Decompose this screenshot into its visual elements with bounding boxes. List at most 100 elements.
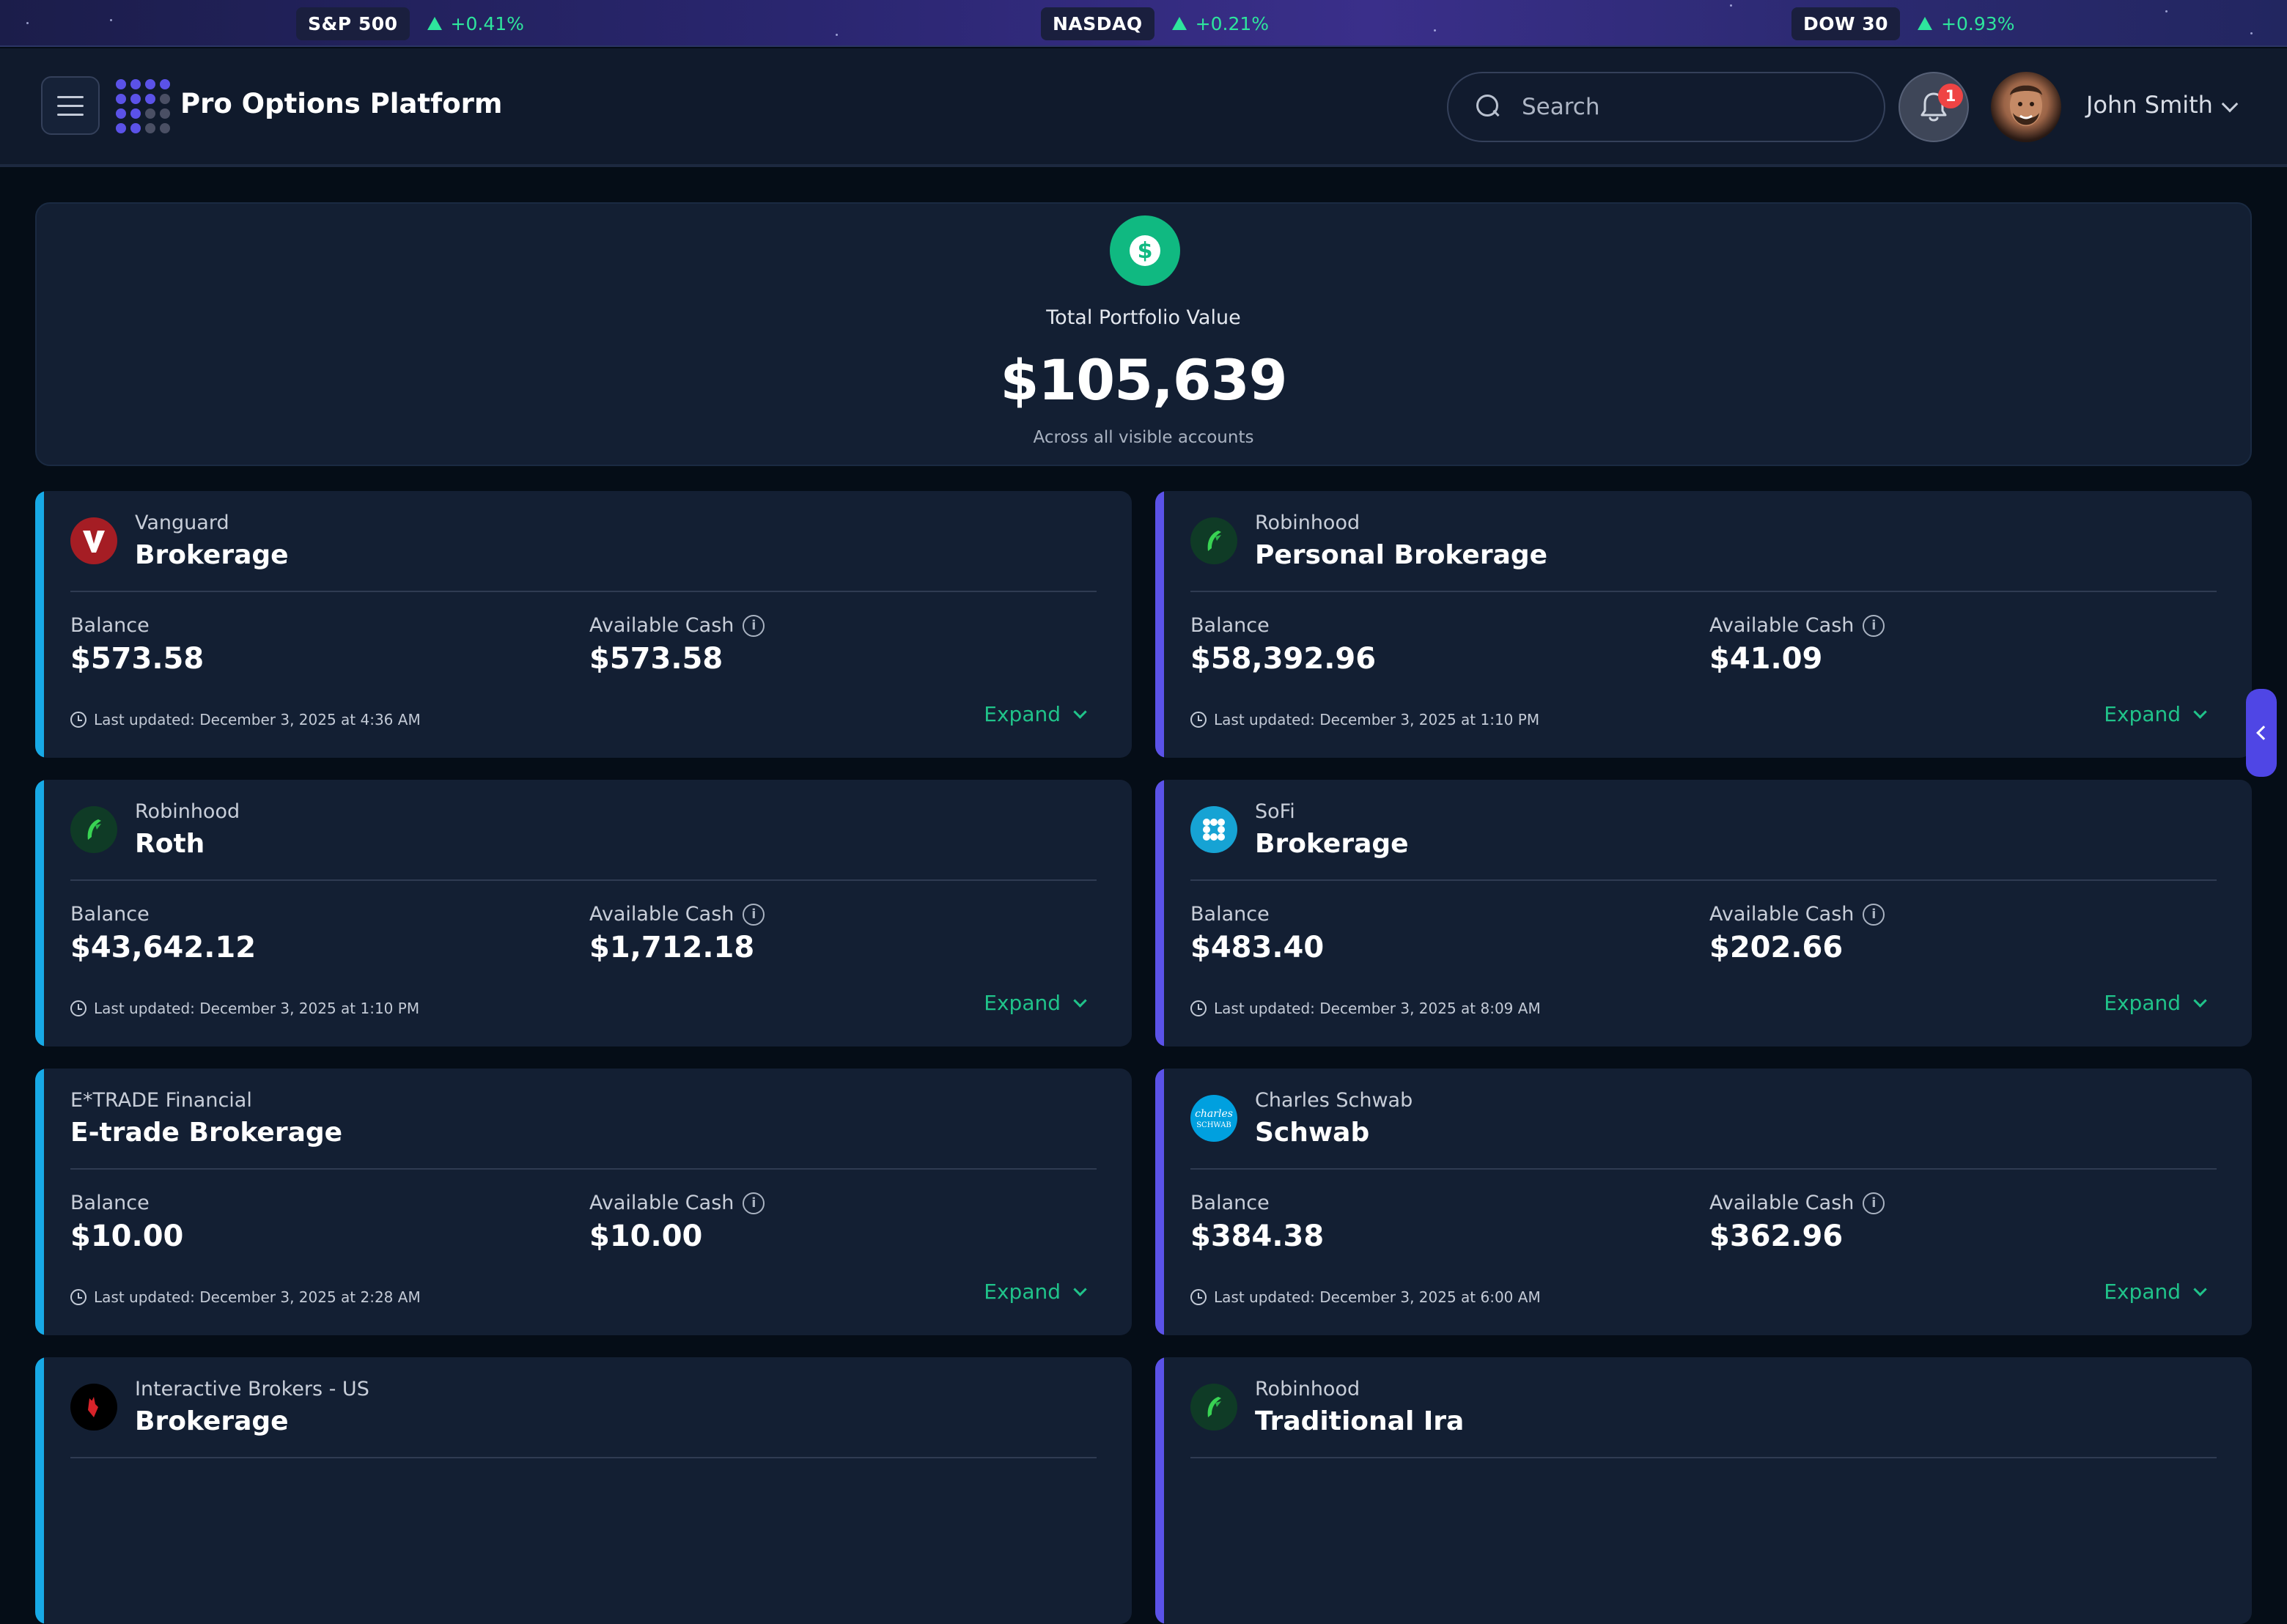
up-triangle-icon	[427, 17, 442, 30]
account-card[interactable]: Interactive Brokers - US Brokerage	[35, 1357, 1132, 1624]
expand-button[interactable]: Expand	[2104, 991, 2207, 1015]
divider	[1190, 1457, 2217, 1458]
search-icon	[1476, 95, 1501, 119]
search-bar[interactable]	[1447, 72, 1885, 142]
available-cash-text: Available Cash	[1709, 903, 1855, 926]
chevron-down-icon	[1073, 994, 1087, 1008]
available-cash-label: Available Cash i	[589, 614, 765, 637]
chevron-down-icon[interactable]	[2221, 95, 2239, 113]
expand-button[interactable]: Expand	[2104, 702, 2207, 726]
divider	[1190, 879, 2217, 881]
info-icon[interactable]: i	[1863, 903, 1885, 926]
account-name: Personal Brokerage	[1255, 540, 1548, 570]
account-name: Brokerage	[135, 540, 289, 570]
expand-button[interactable]: Expand	[984, 1280, 1087, 1304]
account-card[interactable]: Robinhood Roth Balance $43,642.12 Availa…	[35, 780, 1132, 1047]
expand-button[interactable]: Expand	[984, 702, 1087, 726]
brand-name[interactable]: Pro Options Platform	[180, 88, 502, 119]
account-card[interactable]: Robinhood Traditional Ira	[1155, 1357, 2252, 1624]
available-cash-text: Available Cash	[1709, 1192, 1855, 1214]
balance-value: $10.00	[70, 1219, 184, 1253]
divider	[70, 1168, 1097, 1170]
info-icon[interactable]: i	[743, 1192, 765, 1214]
available-cash-value: $202.66	[1709, 931, 1844, 964]
account-card[interactable]: Robinhood Personal Brokerage Balance $58…	[1155, 491, 2252, 758]
broker-name: Robinhood	[135, 800, 240, 823]
up-triangle-icon	[1171, 17, 1187, 30]
ticker-change: +0.21%	[1171, 13, 1269, 34]
robinhood-logo-icon	[1190, 517, 1237, 564]
available-cash-value: $362.96	[1709, 1219, 1844, 1253]
account-card[interactable]: charles SCHWAB Charles Schwab Schwab Bal…	[1155, 1068, 2252, 1335]
sidebar-toggle-button[interactable]	[2246, 689, 2277, 777]
balance-value: $483.40	[1190, 931, 1325, 964]
ticker-item-dow30[interactable]: DOW 30 +0.93%	[1791, 6, 2014, 41]
user-name[interactable]: John Smith	[2086, 91, 2213, 119]
clock-icon	[1190, 1000, 1207, 1016]
expand-button[interactable]: Expand	[2104, 1280, 2207, 1304]
clock-icon	[70, 712, 86, 728]
last-updated: Last updated: December 3, 2025 at 1:10 P…	[1190, 711, 1539, 728]
vanguard-logo-icon	[70, 517, 117, 564]
ticker-label: S&P 500	[296, 7, 410, 40]
ticker-label: NASDAQ	[1041, 7, 1154, 40]
available-cash-label: Available Cash i	[589, 1192, 765, 1214]
interactive-brokers-logo-icon	[70, 1384, 117, 1431]
sofi-logo-icon	[1190, 806, 1237, 853]
avatar[interactable]	[1991, 72, 2061, 142]
info-icon[interactable]: i	[743, 614, 765, 637]
clock-icon	[70, 1289, 86, 1305]
available-cash-value: $41.09	[1709, 642, 1823, 676]
available-cash-text: Available Cash	[1709, 614, 1855, 637]
broker-name: Charles Schwab	[1255, 1089, 1413, 1112]
summary-label: Total Portfolio Value	[1046, 306, 1241, 329]
balance-label: Balance	[70, 903, 150, 926]
last-updated: Last updated: December 3, 2025 at 2:28 A…	[70, 1288, 421, 1306]
last-updated-text: Last updated: December 3, 2025 at 2:28 A…	[94, 1288, 421, 1306]
balance-label: Balance	[1190, 1192, 1270, 1214]
info-icon[interactable]: i	[1863, 1192, 1885, 1214]
chevron-down-icon	[2193, 994, 2207, 1008]
robinhood-logo-icon	[70, 806, 117, 853]
account-card[interactable]: Vanguard Brokerage Balance $573.58 Avail…	[35, 491, 1132, 758]
notifications-button[interactable]: 1	[1899, 72, 1969, 142]
chevron-down-icon	[2193, 705, 2207, 719]
balance-label: Balance	[70, 614, 150, 637]
broker-name: Vanguard	[135, 512, 229, 534]
divider	[70, 1457, 1097, 1458]
summary-subtitle: Across all visible accounts	[1033, 428, 1254, 447]
expand-label: Expand	[984, 1280, 1061, 1304]
account-card[interactable]: E*TRADE Financial E-trade Brokerage Bala…	[35, 1068, 1132, 1335]
balance-value: $573.58	[70, 642, 205, 676]
info-icon[interactable]: i	[1863, 614, 1885, 637]
expand-label: Expand	[2104, 702, 2181, 726]
schwab-logo-icon: charles SCHWAB	[1190, 1095, 1237, 1142]
chevron-left-icon	[2256, 726, 2271, 740]
menu-button[interactable]	[41, 76, 100, 135]
ticker-item-sp500[interactable]: S&P 500 +0.41%	[296, 6, 524, 41]
ticker-change: +0.93%	[1918, 13, 2014, 34]
robinhood-logo-icon	[1190, 1384, 1237, 1431]
broker-name: SoFi	[1255, 800, 1295, 823]
account-card[interactable]: SoFi Brokerage Balance $483.40 Available…	[1155, 780, 2252, 1047]
last-updated-text: Last updated: December 3, 2025 at 6:00 A…	[1214, 1288, 1541, 1306]
search-input[interactable]	[1522, 94, 1859, 120]
account-name: Brokerage	[1255, 829, 1409, 859]
account-name: Brokerage	[135, 1406, 289, 1436]
ticker-change: +0.41%	[427, 13, 524, 34]
ticker-change-value: +0.41%	[450, 12, 524, 34]
brand-logo-icon	[116, 79, 170, 133]
available-cash-label: Available Cash i	[1709, 1192, 1885, 1214]
available-cash-text: Available Cash	[589, 614, 734, 637]
hamburger-icon	[57, 95, 84, 98]
divider	[70, 591, 1097, 592]
svg-text:SCHWAB: SCHWAB	[1196, 1121, 1231, 1129]
notification-badge: 1	[1938, 84, 1963, 108]
expand-button[interactable]: Expand	[984, 991, 1087, 1015]
ticker-item-nasdaq[interactable]: NASDAQ +0.21%	[1041, 6, 1269, 41]
last-updated: Last updated: December 3, 2025 at 6:00 A…	[1190, 1288, 1541, 1306]
up-triangle-icon	[1918, 17, 1933, 30]
account-name: Traditional Ira	[1255, 1406, 1465, 1436]
total-portfolio-value: $105,639	[1000, 347, 1287, 413]
info-icon[interactable]: i	[743, 903, 765, 926]
